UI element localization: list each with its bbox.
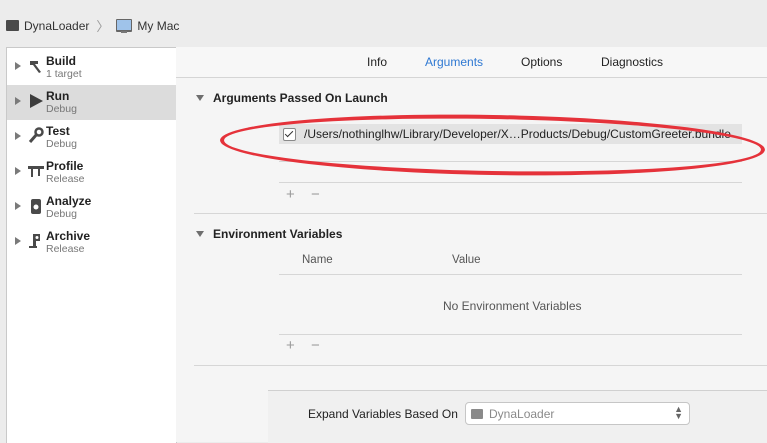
column-header-value[interactable]: Value — [452, 254, 481, 266]
tab-bar: Info Arguments Options Diagnostics — [176, 47, 767, 78]
hammer-icon — [27, 57, 45, 75]
sidebar-item-build[interactable]: Build 1 target — [7, 50, 176, 85]
sidebar-item-title: Run — [46, 89, 70, 103]
arguments-section-title: Arguments Passed On Launch — [213, 91, 388, 105]
analyze-icon — [27, 197, 45, 215]
scheme-action-list: Build 1 target Run Debug Test Debug Prof… — [6, 47, 177, 443]
tab-arguments[interactable]: Arguments — [425, 55, 483, 69]
sidebar-item-subtitle: 1 target — [46, 68, 82, 80]
divider — [279, 274, 742, 275]
disclosure-triangle-icon[interactable] — [15, 62, 21, 70]
remove-env-variable-button[interactable]: − — [311, 337, 320, 354]
chevron-right-icon: 〉 — [96, 19, 110, 34]
disclosure-triangle-icon[interactable] — [15, 237, 21, 245]
expand-variables-label: Expand Variables Based On — [308, 407, 458, 421]
disclosure-triangle-icon[interactable] — [196, 95, 204, 101]
sidebar-item-title: Test — [46, 124, 70, 138]
sidebar-item-analyze[interactable]: Analyze Debug — [7, 190, 176, 225]
empty-state-message: No Environment Variables — [443, 299, 582, 313]
divider — [279, 182, 742, 183]
terminal-app-icon — [471, 408, 483, 419]
sidebar-item-subtitle: Debug — [46, 208, 77, 220]
sidebar-item-title: Analyze — [46, 194, 92, 208]
sidebar-item-run[interactable]: Run Debug — [7, 85, 176, 120]
breadcrumb-scheme[interactable]: DynaLoader — [24, 19, 89, 33]
sidebar-item-subtitle: Debug — [46, 138, 77, 150]
caliper-icon — [27, 162, 45, 180]
environment-section-title: Environment Variables — [213, 227, 343, 241]
archive-icon — [27, 232, 45, 250]
disclosure-triangle-icon[interactable] — [15, 97, 21, 105]
sidebar-item-title: Profile — [46, 159, 84, 173]
expand-variables-value: DynaLoader — [489, 406, 555, 421]
disclosure-triangle-icon[interactable] — [15, 167, 21, 175]
sidebar-item-subtitle: Release — [46, 173, 85, 185]
argument-enabled-checkbox[interactable] — [283, 127, 296, 141]
disclosure-triangle-icon[interactable] — [15, 202, 21, 210]
environment-section-header[interactable]: Environment Variables — [196, 227, 342, 241]
argument-row[interactable]: /Users/nothinglhw/Library/Developer/X…Pr… — [279, 124, 742, 144]
disclosure-triangle-icon[interactable] — [196, 231, 204, 237]
sidebar-item-archive[interactable]: Archive Release — [7, 225, 176, 260]
wrench-icon — [27, 127, 45, 145]
disclosure-triangle-icon[interactable] — [15, 132, 21, 140]
sidebar-item-subtitle: Release — [46, 243, 85, 255]
tab-diagnostics[interactable]: Diagnostics — [601, 55, 663, 69]
scheme-editor-pane: Info Arguments Options Diagnostics Argum… — [176, 47, 767, 443]
sidebar-item-test[interactable]: Test Debug — [7, 120, 176, 155]
breadcrumb-destination[interactable]: My Mac — [137, 19, 179, 33]
add-env-variable-button[interactable]: + — [286, 337, 295, 354]
sidebar-item-profile[interactable]: Profile Release — [7, 155, 176, 190]
divider — [279, 334, 742, 335]
tab-info[interactable]: Info — [367, 55, 387, 69]
breadcrumb: DynaLoader 〉 My Mac — [6, 16, 179, 35]
sidebar-item-title: Build — [46, 54, 76, 68]
chevron-up-down-icon: ▲ ▼ — [674, 404, 683, 421]
toolbar: DynaLoader 〉 My Mac — [0, 0, 767, 46]
divider — [279, 161, 742, 162]
column-header-name[interactable]: Name — [302, 254, 333, 266]
tab-options[interactable]: Options — [521, 55, 562, 69]
section-divider — [194, 213, 767, 214]
remove-argument-button[interactable]: − — [311, 186, 320, 203]
add-argument-button[interactable]: + — [286, 186, 295, 203]
terminal-app-icon — [6, 20, 19, 31]
mac-icon — [116, 19, 133, 33]
section-divider — [194, 365, 767, 366]
argument-value[interactable]: /Users/nothinglhw/Library/Developer/X…Pr… — [304, 127, 731, 141]
sidebar-item-subtitle: Debug — [46, 103, 77, 115]
expand-variables-popup[interactable]: DynaLoader ▲ ▼ — [465, 402, 690, 425]
arguments-section-header[interactable]: Arguments Passed On Launch — [196, 91, 388, 105]
play-icon — [27, 92, 45, 110]
sidebar-item-title: Archive — [46, 229, 91, 243]
